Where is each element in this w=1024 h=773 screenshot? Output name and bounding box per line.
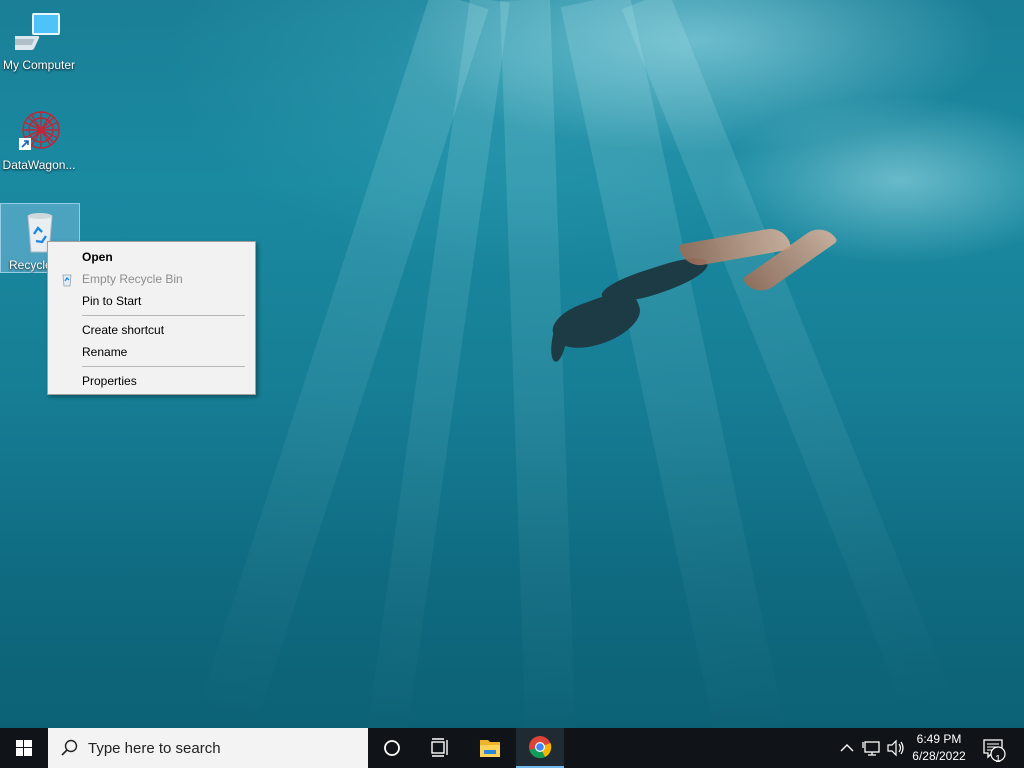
recycle-small-icon [60, 272, 74, 287]
desktop-icon-label: DataWagon... [2, 158, 76, 172]
show-hidden-icons-button[interactable] [836, 728, 858, 768]
cortana-icon [384, 740, 400, 756]
menu-separator [82, 315, 245, 316]
clock-time: 6:49 PM [916, 732, 962, 746]
chevron-up-icon [840, 744, 854, 752]
windows-logo-icon [16, 740, 32, 756]
task-view-icon [431, 738, 448, 757]
cortana-button[interactable] [368, 728, 416, 768]
network-icon [862, 741, 880, 756]
start-button[interactable] [0, 728, 48, 768]
task-view-button[interactable] [416, 728, 464, 768]
network-button[interactable] [860, 728, 884, 768]
context-menu: Open Empty Recycle Bin Pin to Start Crea… [47, 241, 256, 395]
datawagon-icon [15, 108, 63, 156]
search-placeholder: Type here to search [88, 740, 221, 757]
chrome-icon [529, 736, 552, 759]
desktop-icon-label: My Computer [2, 58, 76, 72]
menu-item-pin-to-start[interactable]: Pin to Start [48, 290, 255, 312]
search-box[interactable]: Type here to search [48, 728, 368, 768]
light-ray [500, 0, 577, 728]
menu-item-open[interactable]: Open [48, 246, 255, 268]
file-explorer-button[interactable] [466, 728, 514, 768]
menu-item-properties[interactable]: Properties [48, 370, 255, 392]
menu-item-create-shortcut[interactable]: Create shortcut [48, 319, 255, 341]
chrome-button[interactable] [516, 728, 564, 768]
clock[interactable]: 6:49 PM 6/28/2022 [906, 728, 972, 768]
desktop[interactable]: My Computer DataWagon... Recycle Bin Ope… [0, 0, 1024, 728]
menu-separator [82, 366, 245, 367]
volume-button[interactable] [884, 728, 908, 768]
desktop-icon-datawagon[interactable]: DataWagon... [0, 104, 78, 174]
taskbar: Type here to search 6:49 PM 6/28/2022 1 [0, 728, 1024, 768]
menu-item-rename[interactable]: Rename [48, 341, 255, 363]
notification-count-badge: 1 [995, 754, 1001, 765]
speaker-icon [887, 739, 904, 757]
search-icon [61, 739, 78, 756]
clock-date: 6/28/2022 [912, 749, 966, 763]
menu-item-empty-recycle-bin: Empty Recycle Bin [48, 268, 255, 290]
desktop-icon-my-computer[interactable]: My Computer [0, 4, 78, 74]
file-explorer-icon [480, 740, 500, 757]
action-center-button[interactable]: 1 [976, 728, 1016, 768]
computer-icon [0, 8, 63, 56]
